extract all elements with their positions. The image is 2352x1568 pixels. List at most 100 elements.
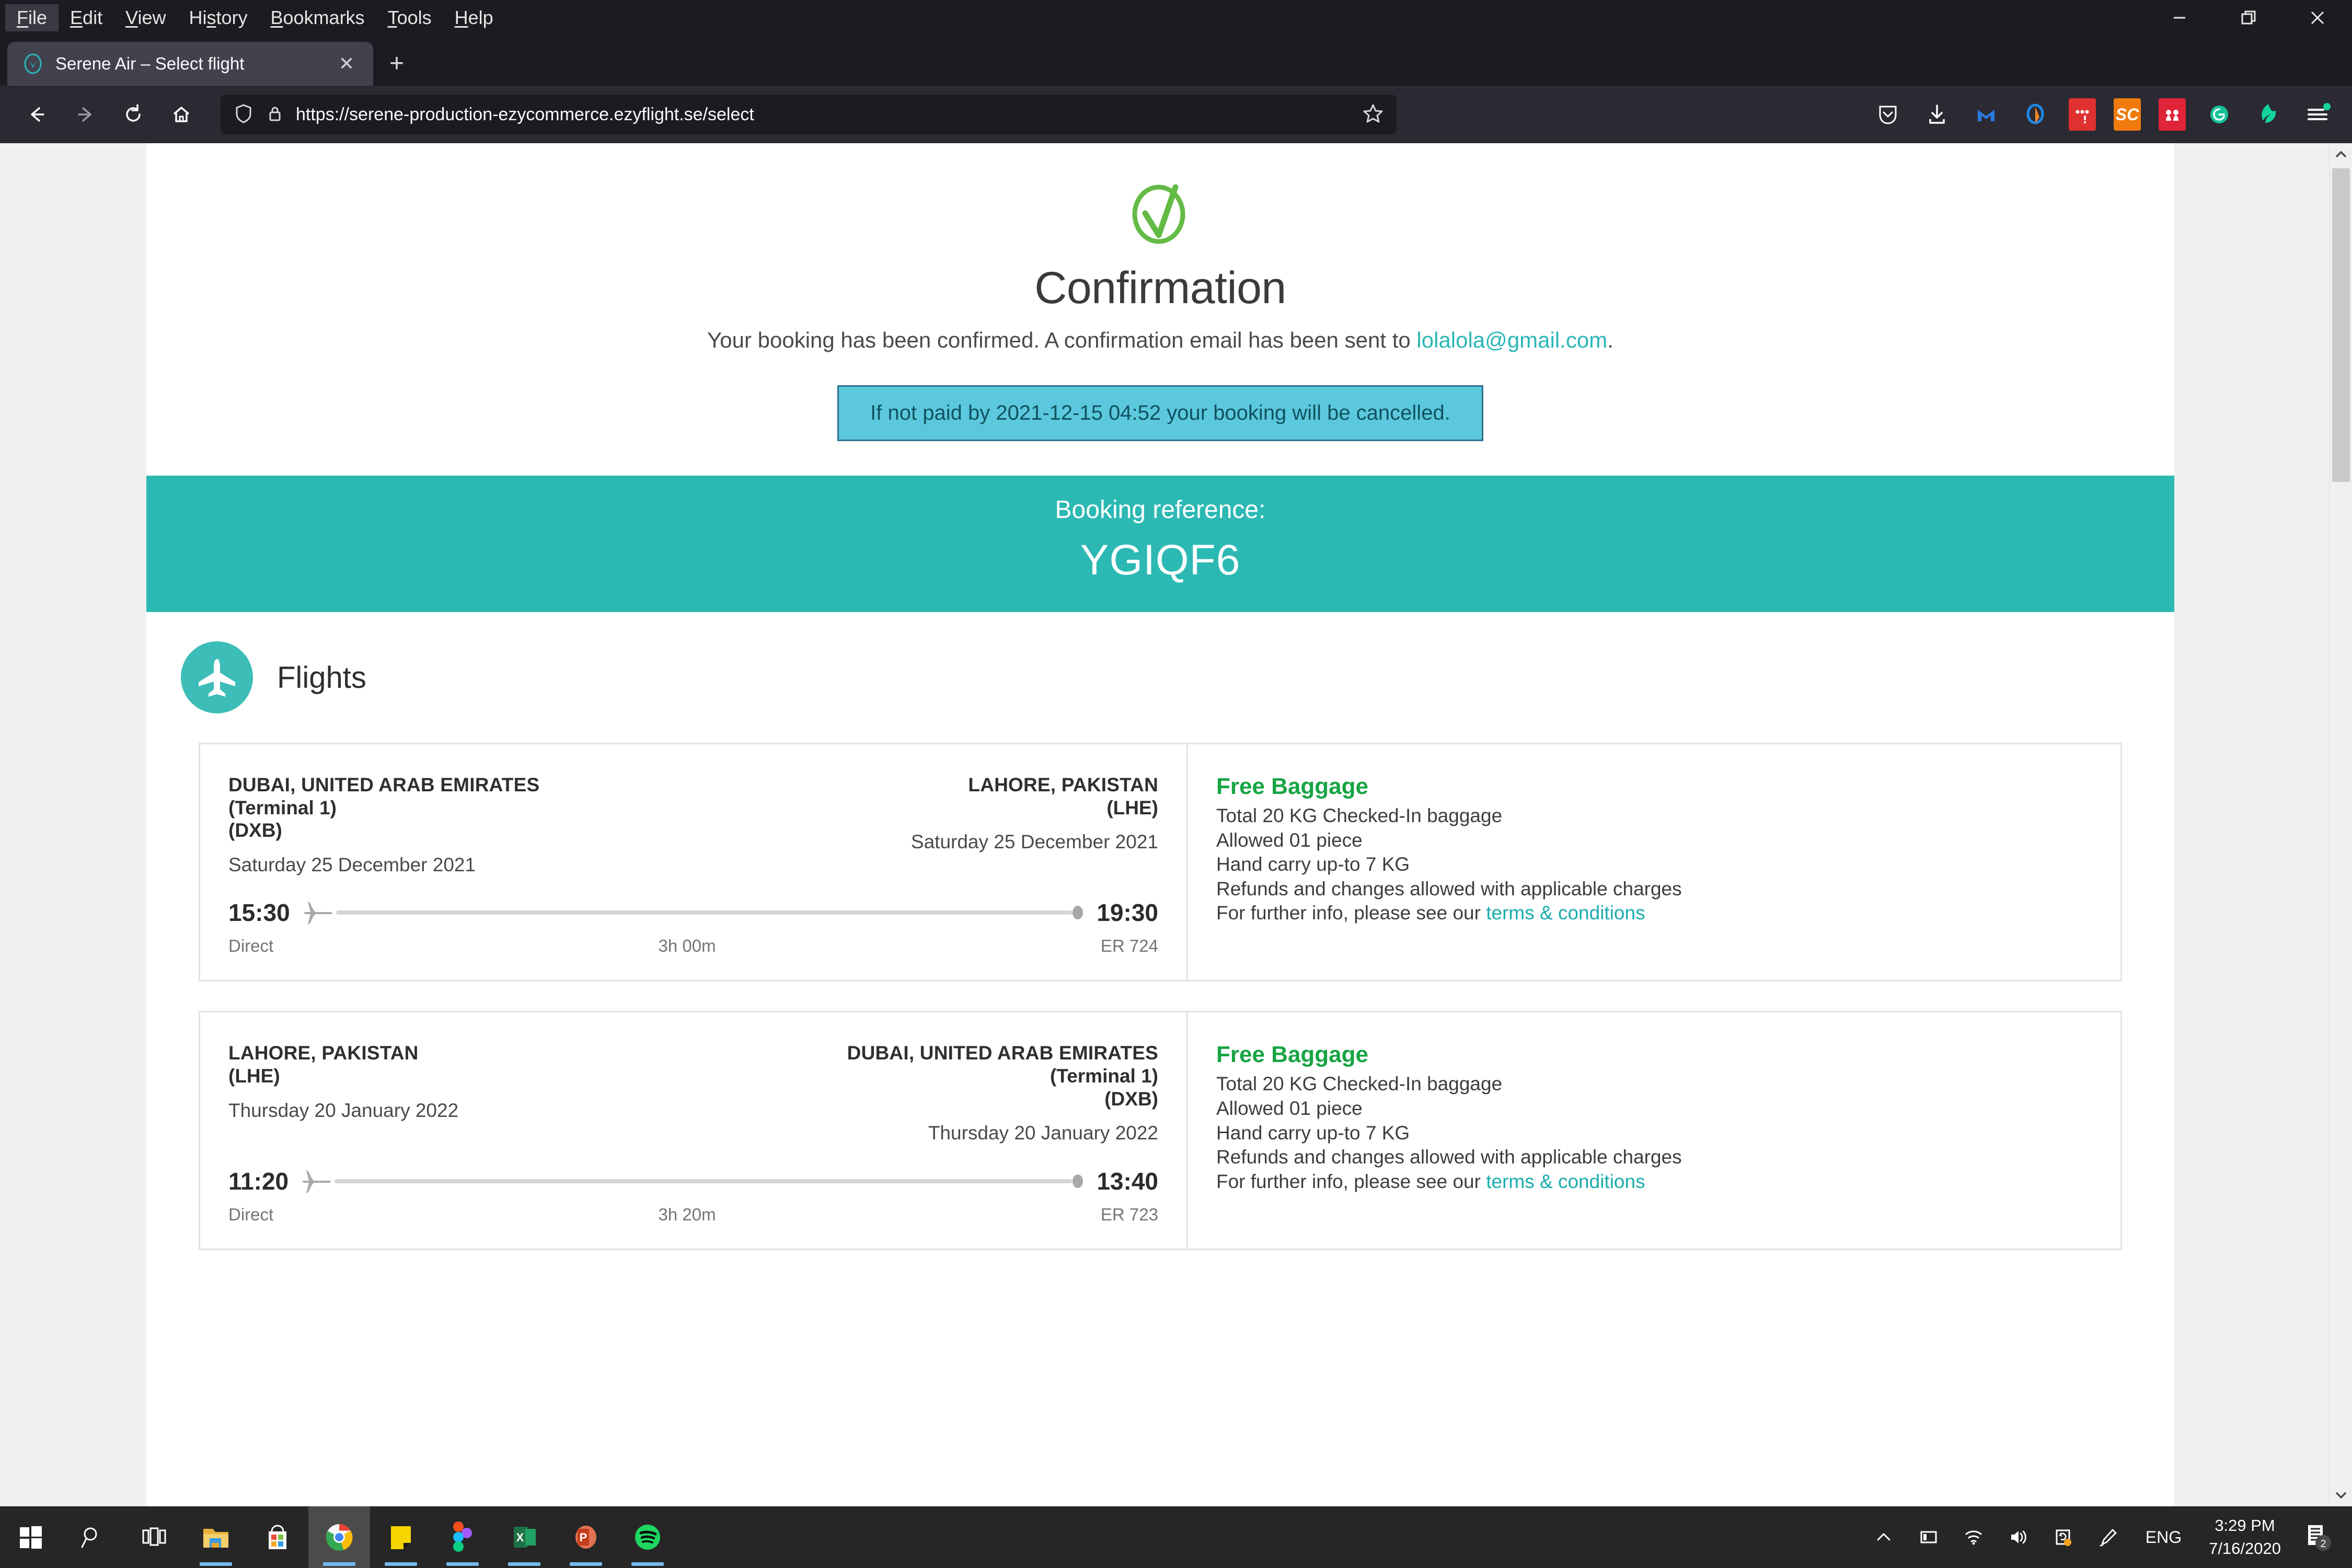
tracking-shield-icon[interactable]: [233, 103, 254, 126]
microsoft-store-button[interactable]: [247, 1506, 308, 1568]
chrome-button[interactable]: [308, 1506, 370, 1568]
sticky-notes-button[interactable]: [370, 1506, 432, 1568]
destination-date: Saturday 25 December 2021: [910, 831, 1158, 853]
confirmation-email-link[interactable]: lolalola@gmail.com: [1416, 328, 1607, 352]
route-meta: Direct 3h 00m ER 724: [228, 936, 1158, 956]
url-text[interactable]: https://serene-production-ezycommerce.ez…: [296, 105, 1351, 125]
start-button[interactable]: [0, 1506, 62, 1568]
lock-icon[interactable]: [266, 104, 284, 125]
origin-date: Thursday 20 January 2022: [228, 1099, 459, 1121]
baggage-footer-text: For further info, please see our: [1216, 1170, 1486, 1192]
timeline-line: [336, 910, 1073, 915]
notifications-button[interactable]: 2: [2293, 1506, 2344, 1568]
back-button[interactable]: [15, 92, 60, 137]
figma-button[interactable]: [432, 1506, 493, 1568]
origin-extension-icon[interactable]: [2020, 99, 2051, 130]
destination-block: DUBAI, UNITED ARAB EMIRATES (Terminal 1)…: [847, 1042, 1158, 1145]
language-indicator[interactable]: ENG: [2131, 1528, 2196, 1547]
booking-reference-code: YGIQF6: [1080, 536, 1241, 584]
app-menu-icon[interactable]: [2302, 99, 2333, 130]
flight-card: LAHORE, PAKISTAN (LHE) Thursday 20 Janua…: [199, 1011, 2122, 1250]
stops-label: Direct: [228, 1204, 274, 1224]
scroll-down-arrow-icon[interactable]: [2330, 1483, 2352, 1506]
route-meta: Direct 3h 20m ER 723: [228, 1205, 1158, 1225]
baggage-line: Hand carry up-to 7 KG: [1216, 1122, 1410, 1144]
baggage-panel: Free Baggage Total 20 KG Checked-In bagg…: [1188, 744, 2120, 980]
restore-button[interactable]: [2214, 0, 2283, 36]
destination-airport-name: LAHORE, PAKISTAN: [968, 774, 1158, 795]
tab-close-icon[interactable]: ✕: [333, 54, 360, 73]
menu-file[interactable]: File: [5, 4, 59, 31]
task-view-button[interactable]: [123, 1506, 185, 1568]
flights-heading: Flights: [277, 660, 366, 695]
page-scrollbar[interactable]: [2329, 143, 2352, 1506]
baggage-line: Allowed 01 piece: [1216, 829, 1363, 851]
m-extension-icon[interactable]: [2159, 98, 2186, 131]
origin-airport-name: DUBAI, UNITED ARAB EMIRATES: [228, 774, 540, 795]
menu-history[interactable]: History: [177, 4, 259, 31]
bookmark-star-icon[interactable]: [1362, 102, 1384, 127]
svg-text:P: P: [580, 1531, 587, 1544]
departure-time: 11:20: [228, 1167, 289, 1195]
home-button[interactable]: [159, 92, 204, 137]
scrollbar-thumb[interactable]: [2332, 168, 2350, 482]
flight-route-panel: LAHORE, PAKISTAN (LHE) Thursday 20 Janua…: [200, 1012, 1188, 1249]
tab-strip: Serene Air – Select flight ✕ +: [0, 36, 2352, 86]
clock[interactable]: 3:29 PM 7/16/2020: [2196, 1514, 2293, 1560]
confirmation-message: Your booking has been confirmed. A confi…: [146, 328, 2174, 353]
spotify-button[interactable]: [617, 1506, 678, 1568]
grammarly-icon[interactable]: [2204, 99, 2235, 130]
page-title: Confirmation: [1034, 263, 1286, 313]
departure-time: 15:30: [228, 899, 290, 927]
baggage-line: Hand carry up-to 7 KG: [1216, 854, 1410, 875]
origin-terminal: (Terminal 1): [228, 797, 337, 818]
terms-conditions-link[interactable]: terms & conditions: [1486, 902, 1645, 924]
baggage-line: Refunds and changes allowed with applica…: [1216, 1146, 1682, 1168]
new-tab-button[interactable]: +: [373, 42, 420, 86]
browser-navbar: https://serene-production-ezycommerce.ez…: [0, 86, 2352, 143]
menu-help[interactable]: Help: [443, 4, 505, 31]
tab-title: Serene Air – Select flight: [55, 54, 245, 73]
close-button[interactable]: [2283, 0, 2352, 36]
menu-view[interactable]: View: [114, 4, 177, 31]
minimize-button[interactable]: [2145, 0, 2214, 36]
search-button[interactable]: [62, 1506, 123, 1568]
destination-date: Thursday 20 January 2022: [928, 1122, 1158, 1144]
tablet-mode-icon[interactable]: [1906, 1506, 1951, 1568]
show-hidden-icons-button[interactable]: [1861, 1506, 1906, 1568]
url-bar[interactable]: https://serene-production-ezycommerce.ez…: [221, 95, 1397, 134]
scroll-up-arrow-icon[interactable]: [2330, 143, 2352, 166]
baggage-title: Free Baggage: [1216, 1042, 1368, 1068]
pocket-icon[interactable]: [1872, 99, 1904, 130]
onedrive-icon[interactable]: [2041, 1506, 2086, 1568]
window-controls: [2145, 0, 2352, 36]
menu-tools[interactable]: Tools: [376, 4, 443, 31]
timeline-plane-icon: [302, 1170, 332, 1193]
pen-icon[interactable]: [2086, 1506, 2131, 1568]
destination-terminal: (Terminal 1): [1050, 1065, 1158, 1087]
airplane-icon: [181, 641, 253, 713]
excel-button[interactable]: X: [493, 1506, 555, 1568]
reload-button[interactable]: [111, 92, 156, 137]
leaf-extension-icon[interactable]: [2253, 99, 2284, 130]
stops-label: Direct: [228, 936, 274, 956]
malwarebytes-icon[interactable]: [1970, 99, 2002, 130]
volume-icon[interactable]: [1996, 1506, 2041, 1568]
arrival-time: 19:30: [1097, 899, 1158, 927]
destination-airport-code: (DXB): [1104, 1088, 1158, 1110]
forward-button[interactable]: [63, 92, 108, 137]
duration-label: 3h 20m: [658, 1204, 716, 1224]
alert-extension-icon[interactable]: [2069, 98, 2096, 131]
wifi-icon[interactable]: [1951, 1506, 1996, 1568]
file-explorer-button[interactable]: [185, 1506, 247, 1568]
menu-edit[interactable]: Edit: [59, 4, 114, 31]
menu-bookmarks[interactable]: Bookmarks: [259, 4, 376, 31]
timeline-bar: [303, 898, 1083, 927]
duration-label: 3h 00m: [658, 936, 716, 956]
powerpoint-button[interactable]: P: [555, 1506, 617, 1568]
route-endpoints: LAHORE, PAKISTAN (LHE) Thursday 20 Janua…: [228, 1042, 1158, 1145]
downloads-icon[interactable]: [1921, 99, 1953, 130]
sc-extension-icon[interactable]: SC: [2114, 98, 2141, 131]
browser-tab[interactable]: Serene Air – Select flight ✕: [7, 42, 373, 86]
terms-conditions-link[interactable]: terms & conditions: [1486, 1171, 1645, 1192]
